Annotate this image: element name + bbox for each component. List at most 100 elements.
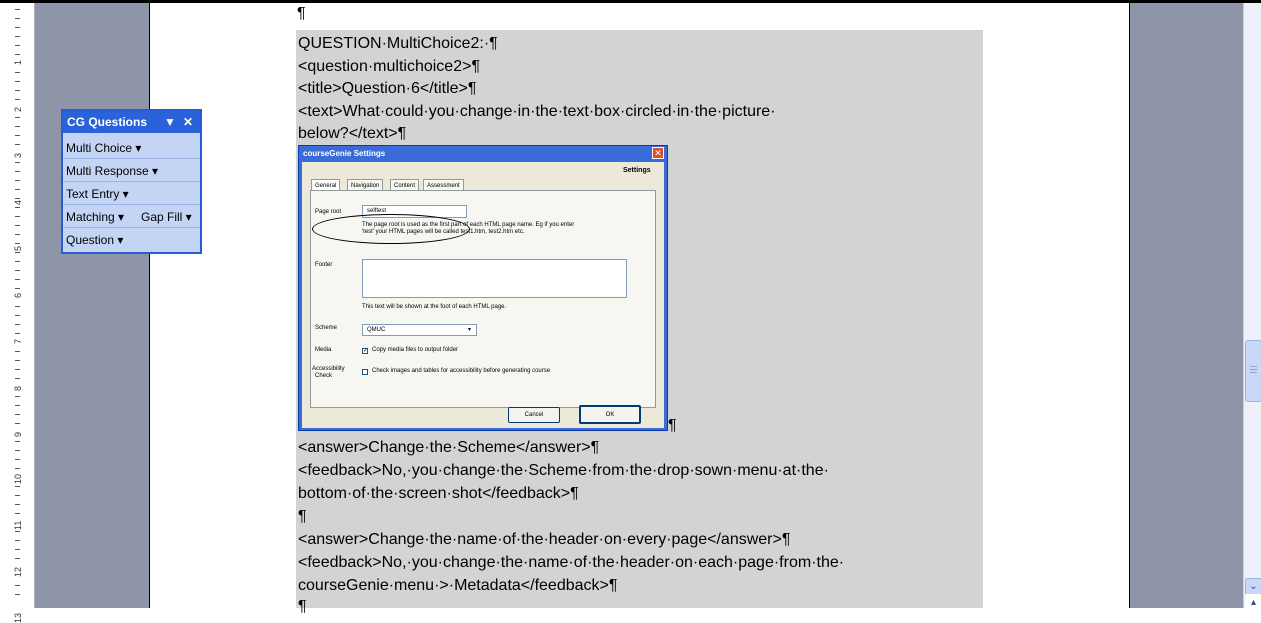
ruler-tick (15, 504, 20, 505)
vertical-scrollbar[interactable]: ⌄ ▴ (1243, 3, 1261, 611)
ruler-number: 13 (13, 612, 23, 623)
matching-menu[interactable]: Matching ▾ (66, 210, 124, 224)
ok-button: OK (579, 405, 641, 424)
doc-line[interactable]: <feedback>No,·you·change·the·Scheme·from… (298, 461, 829, 481)
page-root-label: Page root (315, 209, 342, 215)
footer-label: Footer (315, 262, 333, 268)
accessibility-checkbox (362, 369, 368, 375)
scheme-value: QMUC (367, 327, 386, 333)
scroll-down-button[interactable]: ⌄ (1245, 578, 1261, 595)
ruler-tick (15, 270, 20, 271)
ruler-tick (15, 252, 20, 253)
ruler-tick (15, 405, 20, 406)
ruler-tick (15, 423, 20, 424)
media-check-label: Copy media files to output folder (372, 347, 459, 353)
ruler-tick (15, 288, 20, 289)
ruler-tick (15, 531, 20, 532)
ruler-tick (15, 99, 20, 100)
ruler-tick (15, 315, 20, 316)
ruler-tick (15, 585, 20, 586)
footer-field (362, 259, 627, 298)
ruler-number: 3 (13, 152, 23, 158)
paragraph-mark: ¶ (668, 417, 677, 434)
ruler-tick (15, 513, 20, 514)
dialog-body: Settings General Navigation Content Asse… (302, 162, 664, 428)
doc-line[interactable]: <feedback>No,·you·change·the·name·of·the… (298, 553, 844, 573)
ruler-number: 2 (13, 106, 23, 112)
ruler-tick (15, 189, 20, 190)
scroll-up-button[interactable]: ▴ (1245, 594, 1261, 611)
doc-line[interactable]: below?</text>¶ (298, 124, 406, 144)
ruler-tick (15, 468, 20, 469)
media-checkbox: ✓ (362, 348, 369, 354)
multi-choice-menu[interactable]: Multi Choice ▾ (66, 141, 141, 155)
doc-line[interactable]: ¶ (298, 597, 307, 617)
ruler-tick (15, 261, 20, 262)
ruler-tick (15, 126, 20, 127)
scrollbar-thumb[interactable] (1245, 340, 1261, 402)
doc-line[interactable]: QUESTION·MultiChoice2:·¶ (298, 34, 498, 54)
highlight-ellipse (312, 214, 470, 244)
doc-line[interactable]: bottom·of·the·screen·shot</feedback>¶ (298, 484, 579, 504)
doc-line[interactable]: <answer>Change·the·name·of·the·header·on… (298, 530, 790, 550)
chevron-down-icon: ▾ (468, 327, 472, 333)
divider (63, 181, 200, 182)
ruler-tick (15, 198, 20, 199)
ruler-tick (15, 144, 20, 145)
ruler-number: 8 (13, 385, 23, 391)
thumb-grip (1250, 369, 1257, 370)
ruler-tick (15, 162, 20, 163)
ruler-tick (15, 540, 20, 541)
ruler-tick (15, 351, 20, 352)
vertical-ruler[interactable]: 1 2 3 4 5 6 7 8 9 10 11 12 13 (0, 3, 35, 623)
dialog-title: courseGenie Settings (303, 149, 386, 158)
ruler-tick (15, 81, 20, 82)
ruler-number: 9 (13, 431, 23, 437)
ruler-tick (15, 216, 20, 217)
toolbar-titlebar[interactable]: CG Questions ▼ ✕ (63, 111, 200, 133)
ruler-tick (15, 180, 20, 181)
doc-line[interactable]: <answer>Change·the·Scheme</answer>¶ (298, 438, 599, 458)
ruler-number: 7 (13, 338, 23, 344)
toolbar-options-icon[interactable]: ▼ (164, 111, 176, 133)
ruler-number: 6 (13, 292, 23, 298)
coursegenie-settings-image[interactable]: courseGenie Settings ✕ Settings General … (298, 145, 668, 431)
ruler-tick (15, 459, 20, 460)
ruler-tick (15, 396, 20, 397)
ruler-tick (15, 117, 20, 118)
cancel-button: Cancel (508, 407, 560, 423)
ruler-tick (15, 135, 20, 136)
ruler-tick (15, 90, 20, 91)
ruler-number: 11 (13, 520, 23, 530)
ruler-number: 10 (13, 473, 23, 484)
ruler-tick (15, 36, 20, 37)
chevron-up-icon: ▴ (1250, 597, 1257, 608)
doc-line[interactable]: courseGenie·menu·>·Metadata</feedback>¶ (298, 576, 617, 596)
divider (63, 204, 200, 205)
ruler-tick (15, 72, 20, 73)
ruler-number: 5 (13, 245, 23, 251)
ruler-tick (15, 324, 20, 325)
ruler-tick (15, 558, 20, 559)
accessibility-label: Accessibility (312, 366, 345, 372)
divider (63, 158, 200, 159)
gap-fill-menu[interactable]: Gap Fill ▾ (141, 210, 192, 224)
footer-help: This text will be shown at the foot of e… (362, 304, 507, 310)
doc-line[interactable]: <text>What·could·you·change·in·the·text·… (298, 102, 776, 122)
multi-response-menu[interactable]: Multi Response ▾ (66, 164, 158, 178)
doc-line[interactable]: <title>Question·6</title>¶ (298, 79, 476, 99)
scheme-select: QMUC ▾ (362, 324, 477, 336)
doc-line[interactable]: <question·multichoice2>¶ (298, 57, 480, 77)
cg-questions-toolbar[interactable]: CG Questions ▼ ✕ Multi Choice ▾ Multi Re… (61, 109, 202, 254)
ruler-tick (15, 369, 20, 370)
right-margin-area (1130, 3, 1243, 608)
ruler-tick (15, 171, 20, 172)
text-entry-menu[interactable]: Text Entry ▾ (66, 187, 129, 201)
paragraph-mark: ¶ (297, 5, 306, 22)
close-icon[interactable]: ✕ (183, 111, 193, 133)
ruler-number: 1 (13, 59, 23, 65)
close-icon: ✕ (652, 147, 664, 159)
question-menu[interactable]: Question ▾ (66, 233, 123, 247)
ruler-tick (15, 27, 20, 28)
doc-line[interactable]: ¶ (298, 507, 307, 527)
